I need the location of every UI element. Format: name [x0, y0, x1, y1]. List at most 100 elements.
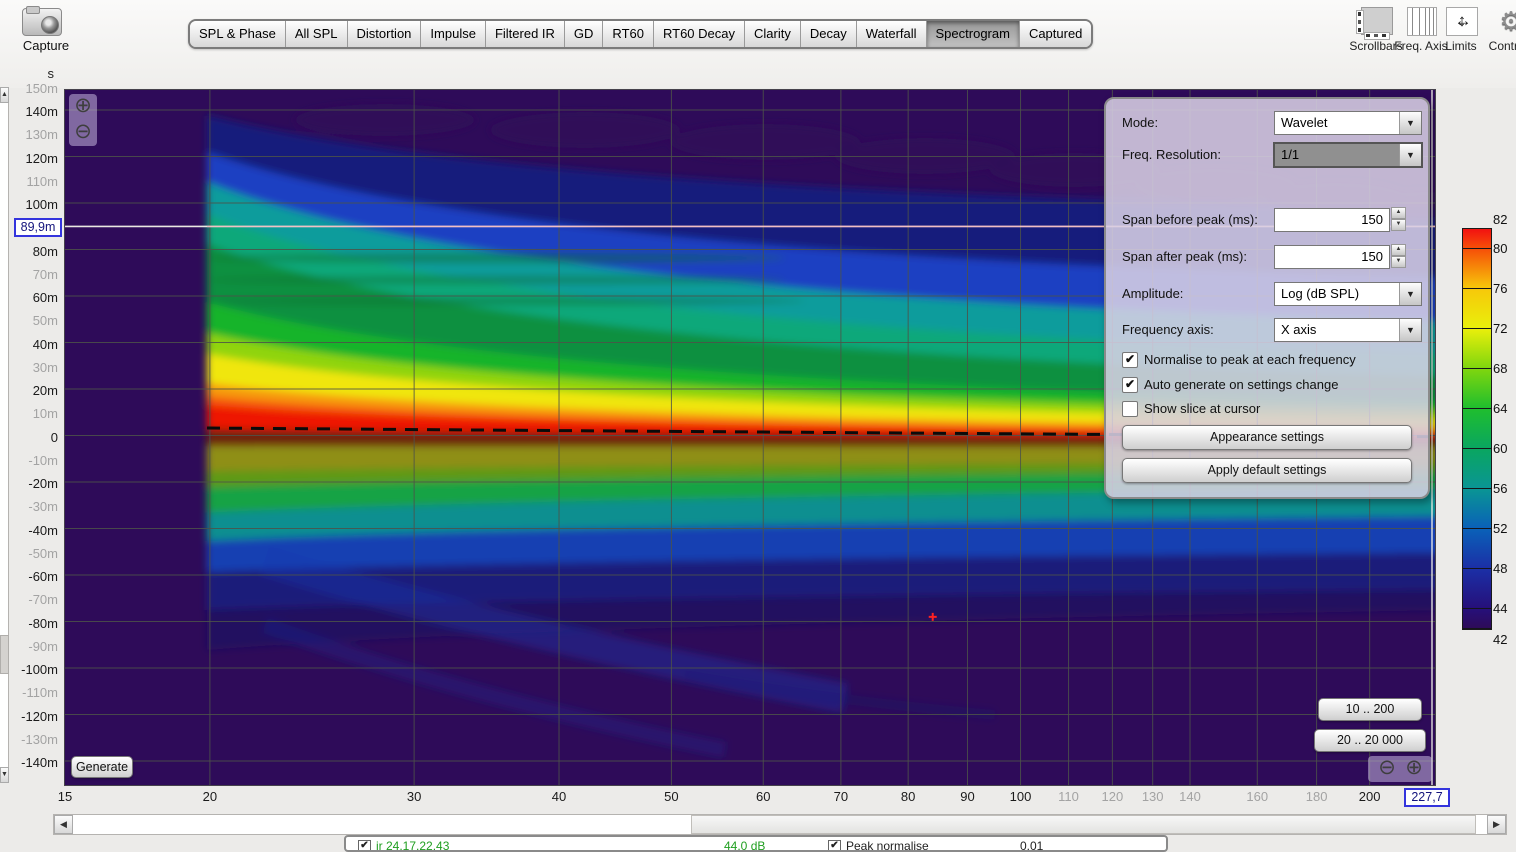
x-tick-label: 70	[819, 789, 863, 804]
y-tick-label: 40m	[6, 337, 58, 352]
colorbar-tick-label: 56	[1493, 481, 1515, 496]
appearance-settings-button[interactable]: Appearance settings	[1122, 425, 1412, 450]
apply-default-settings-button[interactable]: Apply default settings	[1122, 458, 1412, 483]
range-10-200-button[interactable]: 10 .. 200	[1318, 698, 1422, 721]
time-scrollbar-thumb[interactable]	[0, 635, 9, 674]
tab-impulse[interactable]: Impulse	[421, 21, 486, 47]
amplitude-label: Amplitude:	[1122, 286, 1183, 301]
y-tick-label: -60m	[6, 569, 58, 584]
x-tick-label: 60	[741, 789, 785, 804]
tab-rt60[interactable]: RT60	[603, 21, 654, 47]
y-tick-label: -130m	[6, 732, 58, 747]
tab-all-spl[interactable]: All SPL	[286, 21, 348, 47]
zoom-in-time-button[interactable]: ⊕	[69, 94, 97, 120]
checkbox	[1122, 401, 1138, 417]
range-20-20000-button[interactable]: 20 .. 20 000	[1314, 729, 1426, 752]
zoom-out-freq-button[interactable]: ⊖	[1374, 756, 1400, 780]
y-tick-label: 110m	[6, 174, 58, 189]
colorbar-tick-label: 60	[1493, 441, 1515, 456]
x-tick-label: 15	[43, 789, 87, 804]
frequency-scrollbar[interactable]: ◀ ▶	[53, 814, 1507, 835]
time-scrollbar[interactable]: ▲ ▼	[0, 87, 9, 783]
scroll-left-icon[interactable]: ◀	[54, 815, 73, 834]
y-tick-label: 30m	[6, 360, 58, 375]
spinner-down-icon[interactable]: ▼	[1391, 219, 1406, 231]
cursor-freq-readout: 227,7	[1404, 788, 1450, 807]
y-tick-label: 50m	[6, 313, 58, 328]
y-tick-label: -120m	[6, 709, 58, 724]
y-tick-label: -140m	[6, 755, 58, 770]
scroll-right-icon[interactable]: ▶	[1487, 815, 1506, 834]
scroll-down-icon[interactable]: ▼	[0, 767, 9, 783]
tab-distortion[interactable]: Distortion	[348, 21, 422, 47]
x-tick-label: 160	[1235, 789, 1279, 804]
tab-waterfall[interactable]: Waterfall	[857, 21, 927, 47]
y-tick-label: 100m	[6, 197, 58, 212]
frequency-scrollbar-thumb[interactable]	[691, 815, 1476, 834]
colorbar-tick-label: 44	[1493, 601, 1515, 616]
measurement-level: 44.0 dB	[724, 839, 765, 852]
tab-filtered-ir[interactable]: Filtered IR	[486, 21, 565, 47]
spectrogram-plot[interactable]: ⊕ ⊖ ⊖ ⊕ Generate 10 .. 200 20 .. 20 000 …	[65, 90, 1435, 785]
frequency-axis-label: Frequency axis:	[1122, 322, 1214, 337]
x-tick-label: 120	[1090, 789, 1134, 804]
y-tick-label: -50m	[6, 546, 58, 561]
freq-axis-icon	[1404, 6, 1438, 36]
x-tick-label: 200	[1348, 789, 1392, 804]
x-tick-label: 140	[1168, 789, 1212, 804]
peak-normalise-label: Peak normalise	[846, 839, 929, 852]
measurement-checkbox[interactable]: ✔	[358, 840, 371, 852]
spinner-down-icon[interactable]: ▼	[1391, 256, 1406, 268]
freq-zoom-box: ⊖ ⊕	[1368, 756, 1432, 782]
colorbar-segment	[1463, 409, 1491, 449]
colorbar-tick-label: 48	[1493, 561, 1515, 576]
zoom-in-freq-button[interactable]: ⊕	[1401, 756, 1427, 780]
span-after-label: Span after peak (ms):	[1122, 249, 1247, 264]
chevron-down-icon[interactable]: ▼	[1399, 283, 1421, 305]
chevron-down-icon[interactable]: ▼	[1399, 112, 1421, 134]
tab-spl-phase[interactable]: SPL & Phase	[190, 21, 286, 47]
span-before-label: Span before peak (ms):	[1122, 212, 1258, 227]
x-tick-label: 90	[945, 789, 989, 804]
chevron-down-icon[interactable]: ▼	[1399, 319, 1421, 341]
zoom-out-time-button[interactable]: ⊖	[69, 120, 97, 146]
limits-tool[interactable]: ↔↕ Limits	[1438, 6, 1484, 53]
x-tick-label: 80	[886, 789, 930, 804]
tab-decay[interactable]: Decay	[801, 21, 857, 47]
frequency-axis-dropdown[interactable]: X axis ▼	[1274, 318, 1422, 342]
colorbar-min-label: 42	[1493, 632, 1515, 647]
scroll-up-icon[interactable]: ▲	[0, 87, 9, 103]
colorbar-segment	[1463, 329, 1491, 369]
freq-resolution-dropdown[interactable]: 1/1 ▼	[1273, 142, 1423, 168]
amplitude-dropdown[interactable]: Log (dB SPL) ▼	[1274, 282, 1422, 306]
spinner-up-icon[interactable]: ▲	[1391, 207, 1406, 219]
span-before-spinner: ▲ ▼	[1391, 207, 1406, 231]
controls-tool[interactable]: ⚙ Controls	[1484, 6, 1516, 53]
generate-button[interactable]: Generate	[71, 756, 133, 778]
y-tick-label: 80m	[6, 244, 58, 259]
span-after-input[interactable]: 150	[1274, 245, 1390, 269]
colorbar-max-label: 82	[1493, 212, 1515, 227]
colorbar-tick-label: 52	[1493, 521, 1515, 536]
tab-rt60-decay[interactable]: RT60 Decay	[654, 21, 745, 47]
tab-gd[interactable]: GD	[565, 21, 604, 47]
tab-clarity[interactable]: Clarity	[745, 21, 801, 47]
tab-spectrogram[interactable]: Spectrogram	[927, 21, 1020, 47]
spectrogram-settings-panel: Mode: Wavelet ▼ Freq. Resolution: 1/1 ▼ …	[1104, 97, 1430, 499]
y-tick-label: 20m	[6, 383, 58, 398]
mode-dropdown[interactable]: Wavelet ▼	[1274, 111, 1422, 135]
chevron-down-icon[interactable]: ▼	[1399, 144, 1421, 166]
spinner-up-icon[interactable]: ▲	[1391, 244, 1406, 256]
peak-normalise-checkbox[interactable]: ✔	[828, 840, 841, 852]
y-tick-label: -110m	[6, 685, 58, 700]
capture-button[interactable]: Capture	[14, 5, 78, 55]
rew-spectrogram-window: { "toolbar": { "capture_label": "Capture…	[0, 0, 1516, 848]
tab-captured[interactable]: Captured	[1020, 21, 1091, 47]
span-before-input[interactable]: 150	[1274, 208, 1390, 232]
color-scale: 82 42 80767268646056524844	[1460, 210, 1516, 660]
colorbar-tick-label: 80	[1493, 241, 1515, 256]
y-tick-label: 140m	[6, 104, 58, 119]
y-tick-label: -70m	[6, 592, 58, 607]
graph-tab-bar: SPL & PhaseAll SPLDistortionImpulseFilte…	[188, 19, 1093, 49]
y-tick-label: 70m	[6, 267, 58, 282]
